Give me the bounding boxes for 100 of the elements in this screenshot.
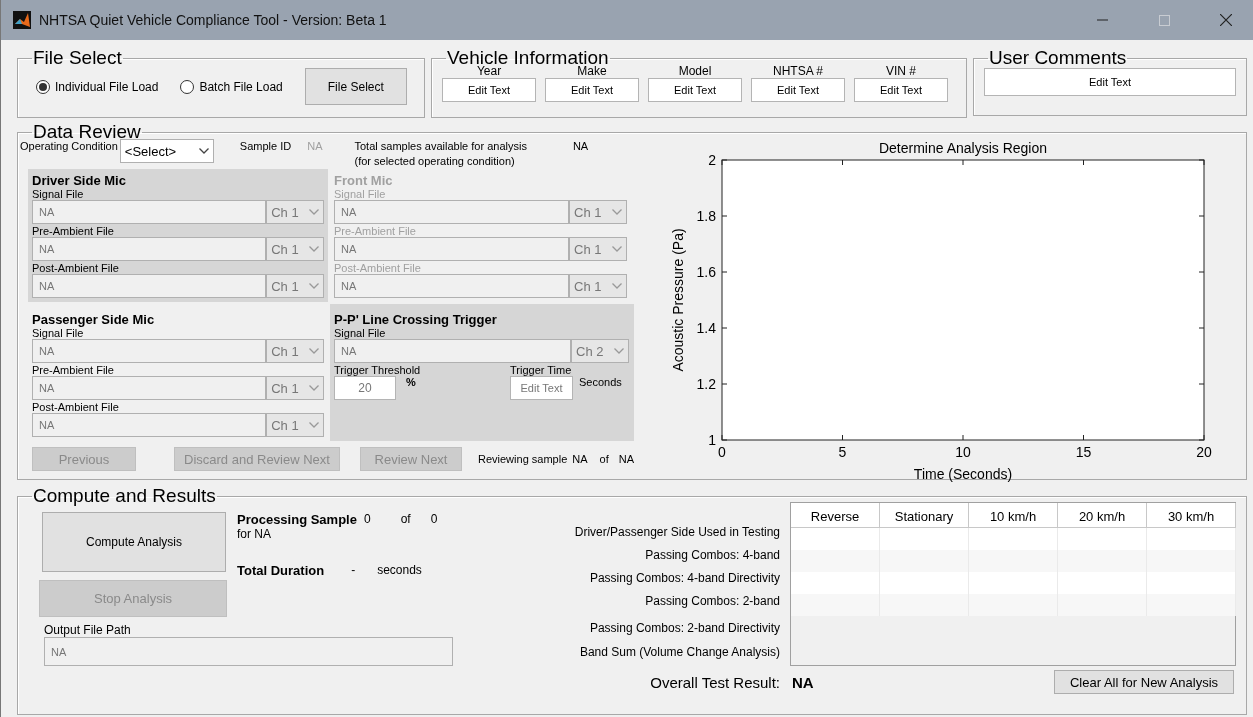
file-field[interactable]: NA — [32, 413, 267, 437]
x-tick-label: 15 — [1075, 444, 1092, 460]
reviewing-label: Reviewing sample — [478, 453, 568, 465]
comment-field[interactable]: Edit Text — [984, 68, 1236, 96]
group-title: Data Review — [32, 122, 142, 142]
reviewing-total: NA — [618, 453, 634, 465]
channel-dropdown[interactable]: Ch 1 — [266, 200, 324, 224]
x-axis-label: Time (Seconds) — [913, 466, 1013, 482]
app-logo-icon — [13, 11, 31, 29]
group-title: File Select — [32, 48, 123, 68]
x-tick-label: 0 — [718, 444, 726, 460]
result-row-label: Passing Combos: 4-band Directivity — [589, 571, 780, 587]
result-row-label: Driver/Passenger Side Used in Testing — [574, 525, 780, 541]
x-tick-label: 10 — [955, 444, 971, 460]
result-row-label: Passing Combos: 4-band — [645, 548, 780, 564]
processing-target: for NA — [237, 527, 272, 541]
duration-label: Total Duration — [237, 563, 325, 578]
field-label: Model — [678, 64, 712, 78]
trigger-time-field[interactable]: Edit Text — [510, 376, 573, 400]
field-label: Trigger Time — [510, 364, 573, 376]
mic-title: Front Mic — [334, 173, 394, 188]
file-label: Signal File — [32, 327, 85, 339]
caret-icon — [309, 283, 319, 289]
result-row-label: Passing Combos: 2-band Directivity — [589, 620, 780, 637]
processing-label: Processing Sample — [237, 512, 357, 527]
y-tick-label: 1.4 — [696, 320, 716, 336]
caret-icon — [309, 209, 319, 215]
channel-dropdown[interactable]: Ch 1 — [266, 413, 324, 437]
file-label: Post-Ambient File — [32, 401, 120, 413]
field-label: NHTSA # — [773, 64, 823, 78]
field-label: Make — [577, 64, 607, 78]
file-field[interactable]: NA — [32, 274, 267, 298]
chart-title: Determine Analysis Region — [878, 140, 1048, 156]
caret-icon — [309, 246, 319, 252]
minimize-icon — [1096, 19, 1108, 21]
close-icon — [1220, 14, 1232, 26]
caret-icon — [309, 422, 319, 428]
text-field[interactable]: Edit Text — [648, 78, 742, 102]
field-label: VIN # — [886, 64, 916, 78]
channel-dropdown[interactable]: Ch 1 — [266, 274, 324, 298]
field-label: Trigger Threshold — [334, 364, 422, 376]
channel-dropdown[interactable]: Ch 1 — [266, 339, 324, 363]
y-tick-label: 1.8 — [696, 208, 716, 224]
radio-button[interactable] — [36, 79, 50, 94]
mic-title: Passenger Side Mic — [32, 312, 156, 327]
channel-dropdown[interactable]: Ch 1 — [266, 376, 324, 400]
duration-unit: seconds — [377, 563, 422, 578]
caret-icon — [612, 283, 622, 289]
percent-unit: % — [406, 376, 416, 388]
caret-icon — [309, 348, 319, 354]
radio-button[interactable] — [180, 79, 195, 94]
sample-id-value: NA — [307, 140, 323, 152]
text-field[interactable]: Edit Text — [545, 78, 639, 102]
caret-icon — [198, 148, 209, 154]
text-field[interactable]: Edit Text — [751, 78, 845, 102]
y-tick-label: 1.6 — [696, 264, 716, 280]
file-label: Signal File — [334, 327, 387, 339]
file-field[interactable]: NA — [32, 376, 267, 400]
file-label: Post-Ambient File — [32, 262, 120, 274]
text-field[interactable]: Edit Text — [854, 78, 948, 102]
compute-analysis-button[interactable]: Compute Analysis — [42, 512, 226, 572]
channel-dropdown[interactable]: Ch 2 — [571, 339, 629, 363]
x-tick-label: 5 — [838, 444, 847, 460]
seconds-unit: Seconds — [579, 376, 622, 388]
operating-condition-dropdown[interactable]: <Select> — [119, 139, 214, 163]
field-note: (for selected operating condition) — [354, 155, 516, 167]
radio-label[interactable]: Batch File Load — [199, 79, 283, 94]
text-field[interactable]: Edit Text — [442, 78, 536, 102]
file-label: Pre-Ambient File — [32, 225, 115, 237]
caret-icon — [614, 348, 624, 354]
file-label: Signal File — [334, 188, 387, 200]
caret-icon — [612, 209, 622, 215]
group-title: User Comments — [988, 48, 1128, 68]
result-row-label: Passing Combos: 2-band — [645, 594, 780, 610]
field-label: Year — [476, 64, 502, 78]
duration-value: - — [351, 563, 356, 578]
file-field[interactable]: NA — [32, 339, 267, 363]
file-field[interactable]: NA — [32, 200, 267, 224]
file-field[interactable]: NA — [334, 339, 571, 363]
threshold-field[interactable]: 20 — [334, 376, 396, 400]
channel-dropdown[interactable]: Ch 1 — [266, 237, 324, 261]
total-samples-value: NA — [572, 140, 589, 152]
processing-current: 0 — [363, 512, 371, 527]
overall-result-value: NA — [792, 673, 815, 691]
x-tick-label: 20 — [1196, 444, 1212, 460]
output-path-field[interactable]: NA — [44, 637, 453, 666]
radio-label[interactable]: Individual File Load — [55, 79, 159, 94]
file-field[interactable]: NA — [32, 237, 267, 261]
column-header: 30 km/h — [1147, 503, 1236, 528]
file-label: Pre-Ambient File — [32, 364, 115, 376]
column-header: Reverse — [791, 503, 880, 528]
file-select-button[interactable]: File Select — [304, 68, 407, 105]
clear-all-button[interactable]: Clear All for New Analysis — [1054, 670, 1234, 694]
reviewing-of: of — [599, 453, 609, 465]
field-label: Total samples available for analysis — [354, 140, 527, 152]
trigger-title: P-P' Line Crossing Trigger — [334, 312, 498, 327]
reviewing-current: NA — [572, 453, 588, 465]
file-label: Post-Ambient File — [334, 262, 422, 274]
window-title: NHTSA Quiet Vehicle Compliance Tool - Version: Beta 1 — [39, 12, 388, 28]
caret-icon — [309, 385, 319, 391]
